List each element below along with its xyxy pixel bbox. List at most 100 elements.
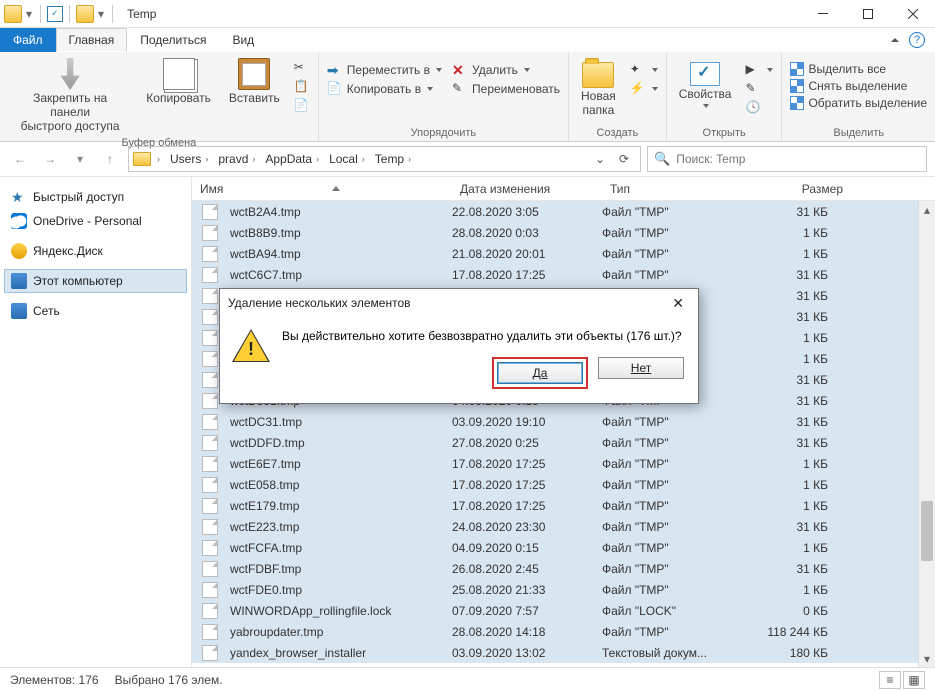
file-icon — [202, 309, 218, 325]
cut-button[interactable]: ✂ — [294, 60, 310, 76]
file-date: 03.09.2020 13:02 — [452, 646, 602, 660]
forward-button[interactable]: → — [38, 147, 62, 171]
file-row[interactable]: wctB2A4.tmp22.08.2020 3:05Файл "TMP"31 К… — [192, 201, 935, 222]
file-list[interactable]: wctB2A4.tmp22.08.2020 3:05Файл "TMP"31 К… — [192, 201, 935, 667]
paste-button[interactable]: Вставить — [225, 56, 284, 108]
sidebar-item-3[interactable]: Этот компьютер — [4, 269, 187, 293]
crumb-root[interactable]: › — [153, 152, 164, 166]
file-row[interactable]: wctFDBF.tmp26.08.2020 2:45Файл "TMP"31 К… — [192, 558, 935, 579]
qat-properties-icon[interactable]: ✓ — [47, 6, 63, 22]
file-type: Файл "TMP" — [602, 226, 752, 240]
new-item-icon: ✦ — [630, 62, 646, 78]
sidebar-item-1[interactable]: OneDrive - Personal — [4, 209, 187, 233]
search-box[interactable]: 🔍 Поиск: Temp — [647, 146, 927, 172]
invert-selection-button[interactable]: Обратить выделение — [790, 96, 927, 110]
new-item-button[interactable]: ✦ — [630, 62, 658, 78]
crumb-2[interactable]: AppData› — [261, 150, 323, 168]
file-row[interactable]: wctE179.tmp17.08.2020 17:25Файл "TMP"1 К… — [192, 495, 935, 516]
address-bar[interactable]: › Users› pravd› AppData› Local› Temp› ⌄ … — [128, 146, 641, 172]
view-thumbnails-button[interactable]: ▦ — [903, 671, 925, 689]
rename-button[interactable]: ✎Переименовать — [452, 81, 560, 97]
file-name: wctC6C7.tmp — [230, 268, 302, 282]
file-name: wctDC31.tmp — [230, 415, 302, 429]
easy-access-button[interactable]: ⚡ — [630, 81, 658, 97]
minimize-button[interactable] — [800, 0, 845, 28]
tab-view[interactable]: Вид — [219, 28, 267, 52]
open-button[interactable]: ▶ — [745, 62, 773, 78]
file-row[interactable]: yabroupdater.tmp28.08.2020 14:18Файл "TM… — [192, 621, 935, 642]
file-date: 22.08.2020 3:05 — [452, 205, 602, 219]
col-size[interactable]: Размер — [752, 182, 852, 196]
maximize-button[interactable] — [845, 0, 890, 28]
dialog-yes-button[interactable]: Да — [497, 362, 583, 384]
edit-button[interactable]: ✎ — [745, 81, 773, 97]
qat-dropdown-icon[interactable]: ▾ — [24, 7, 34, 21]
file-row[interactable]: wctE223.tmp24.08.2020 23:30Файл "TMP"31 … — [192, 516, 935, 537]
dialog-close-button[interactable]: ✕ — [666, 293, 690, 314]
dialog-no-button[interactable]: Нет — [598, 357, 684, 379]
file-row[interactable]: wctDDFD.tmp27.08.2020 0:25Файл "TMP"31 К… — [192, 432, 935, 453]
col-type[interactable]: Тип — [602, 182, 752, 196]
tab-home[interactable]: Главная — [56, 28, 128, 52]
file-row[interactable]: wctB8B9.tmp28.08.2020 0:03Файл "TMP"1 КБ — [192, 222, 935, 243]
copypath-button[interactable]: 📋 — [294, 79, 310, 95]
scroll-up-icon[interactable]: ▴ — [919, 201, 935, 218]
file-row[interactable]: wctDC31.tmp03.09.2020 19:10Файл "TMP"31 … — [192, 411, 935, 432]
scroll-thumb[interactable] — [921, 501, 933, 561]
crumb-3[interactable]: Local› — [325, 150, 369, 168]
tab-file[interactable]: Файл — [0, 28, 56, 52]
col-date[interactable]: Дата изменения — [452, 182, 602, 196]
file-row[interactable]: wctFDE0.tmp25.08.2020 21:33Файл "TMP"1 К… — [192, 579, 935, 600]
scroll-down-icon[interactable]: ▾ — [919, 650, 935, 667]
sidebar-item-2[interactable]: Яндекс.Диск — [4, 239, 187, 263]
ribbon-tabs: Файл Главная Поделиться Вид ? — [0, 28, 935, 52]
file-name: wctBA94.tmp — [230, 247, 301, 261]
file-date: 25.08.2020 21:33 — [452, 583, 602, 597]
crumb-1[interactable]: pravd› — [214, 150, 259, 168]
qat-more-icon[interactable]: ▾ — [96, 7, 106, 21]
pin-quickaccess-button[interactable]: Закрепить на панели быстрого доступа — [8, 56, 132, 135]
cut-icon: ✂ — [294, 60, 310, 76]
up-button[interactable]: ↑ — [98, 147, 122, 171]
file-row[interactable]: wctFCFA.tmp04.09.2020 0:15Файл "TMP"1 КБ — [192, 537, 935, 558]
new-folder-button[interactable]: Новая папка — [577, 56, 620, 120]
copy-button[interactable]: Копировать — [142, 56, 215, 108]
file-size: 31 КБ — [752, 373, 852, 387]
back-button[interactable]: ← — [8, 147, 32, 171]
collapse-ribbon-icon[interactable] — [891, 38, 899, 42]
sidebar-item-0[interactable]: ★Быстрый доступ — [4, 185, 187, 209]
file-date: 24.08.2020 23:30 — [452, 520, 602, 534]
refresh-button[interactable]: ⟳ — [612, 147, 636, 171]
col-name[interactable]: Имя — [192, 182, 452, 196]
view-details-button[interactable]: ≡ — [879, 671, 901, 689]
paste-shortcut-button[interactable]: 📄 — [294, 98, 310, 114]
file-row[interactable]: wctC6C7.tmp17.08.2020 17:25Файл "TMP"31 … — [192, 264, 935, 285]
qat-newfolder-icon[interactable] — [76, 5, 94, 23]
file-row[interactable]: wctE6E7.tmp17.08.2020 17:25Файл "TMP"1 К… — [192, 453, 935, 474]
file-size: 31 КБ — [752, 562, 852, 576]
file-row[interactable]: wctE058.tmp17.08.2020 17:25Файл "TMP"1 К… — [192, 474, 935, 495]
close-button[interactable] — [890, 0, 935, 28]
tab-share[interactable]: Поделиться — [127, 28, 219, 52]
delete-button[interactable]: ✕Удалить — [452, 62, 560, 78]
move-to-button[interactable]: ➡Переместить в — [327, 62, 442, 78]
copy-to-button[interactable]: 📄Копировать в — [327, 81, 442, 97]
file-date: 28.08.2020 0:03 — [452, 226, 602, 240]
sidebar-item-4[interactable]: Сеть — [4, 299, 187, 323]
address-dropdown-icon[interactable]: ⌄ — [588, 147, 612, 171]
recent-dropdown[interactable]: ▾ — [68, 147, 92, 171]
file-icon — [202, 645, 218, 661]
select-none-button[interactable]: Снять выделение — [790, 79, 927, 93]
crumb-0[interactable]: Users› — [166, 150, 212, 168]
file-date: 17.08.2020 17:25 — [452, 499, 602, 513]
crumb-4[interactable]: Temp› — [371, 150, 415, 168]
file-row[interactable]: wctBA94.tmp21.08.2020 20:01Файл "TMP"1 К… — [192, 243, 935, 264]
titlebar: ▾ ✓ ▾ Temp — [0, 0, 935, 28]
properties-button[interactable]: Свойства — [675, 56, 736, 110]
scrollbar[interactable]: ▴ ▾ — [918, 201, 935, 667]
file-row[interactable]: yandex_browser_installer03.09.2020 13:02… — [192, 642, 935, 663]
select-all-button[interactable]: Выделить все — [790, 62, 927, 76]
help-icon[interactable]: ? — [909, 32, 925, 48]
history-button[interactable]: 🕓 — [745, 100, 773, 116]
file-row[interactable]: WINWORDApp_rollingfile.lock07.09.2020 7:… — [192, 600, 935, 621]
